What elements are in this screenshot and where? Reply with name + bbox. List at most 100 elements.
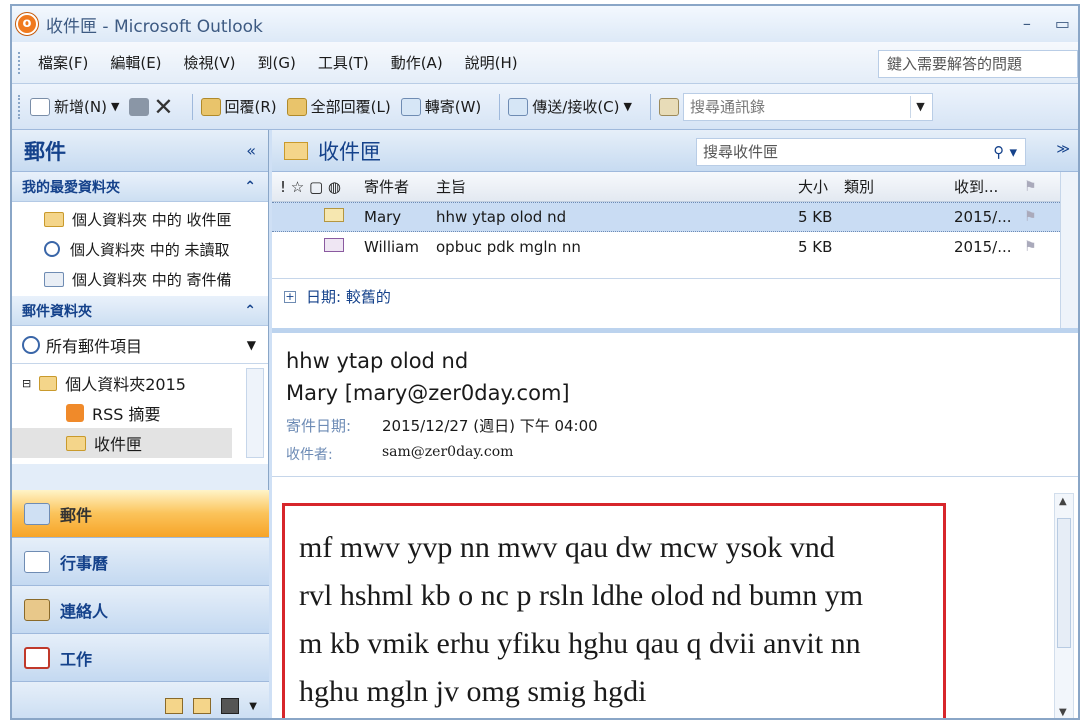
reading-subject: hhw ytap olod nd bbox=[286, 349, 469, 373]
tree-rss[interactable]: RSS 摘要 bbox=[12, 398, 268, 428]
mail-folders-header[interactable]: 郵件資料夾 ⌃ bbox=[12, 296, 268, 326]
flag-icon[interactable]: ⚑ bbox=[1024, 209, 1037, 225]
tree-inbox[interactable]: 收件匣 bbox=[12, 428, 232, 458]
folder-list-icon[interactable] bbox=[193, 698, 212, 714]
body-line: mf mwv yvp nn mwv qau dw mcw ysok vnd bbox=[299, 531, 835, 564]
send-receive-button[interactable]: 傳送/接收(C) ▼ bbox=[508, 96, 632, 117]
search-inbox-placeholder: 搜尋收件匣 bbox=[703, 143, 779, 161]
reply-button[interactable]: 回覆(R) bbox=[200, 96, 277, 117]
new-mail-icon bbox=[30, 97, 50, 116]
reply-icon bbox=[200, 97, 221, 116]
flag-column-icon[interactable]: ⚑ bbox=[1024, 179, 1037, 195]
to-value[interactable]: sam@zer0day.com bbox=[382, 444, 513, 464]
rss-icon bbox=[66, 404, 84, 422]
favorite-unread[interactable]: 個人資料夾 中的 未讀取 bbox=[12, 234, 268, 264]
nav-tasks-label: 工作 bbox=[60, 649, 93, 669]
menu-file[interactable]: 檔案(F) bbox=[38, 52, 88, 73]
message-read-icon bbox=[272, 208, 364, 226]
new-button[interactable]: 新增(N) ▼ bbox=[30, 96, 119, 117]
message-list-pane: 收件匣 搜尋收件匣 ⚲ ▾ ≫ ! ☆ ▢ ◍ 寄件者 主旨 大小 類別 收到.… bbox=[272, 130, 1078, 328]
date-group-row[interactable]: + 日期: 較舊的 bbox=[272, 278, 1078, 314]
send-receive-label: 傳送/接收(C) bbox=[532, 98, 620, 116]
expand-group-icon[interactable]: + bbox=[284, 290, 296, 303]
forward-icon bbox=[400, 97, 421, 116]
message-row[interactable]: William opbuc pdk mgln nn 5 KB 2015/... … bbox=[272, 232, 1078, 262]
new-dropdown-icon[interactable]: ▼ bbox=[111, 100, 119, 113]
contacts-icon bbox=[24, 598, 50, 621]
reply-all-button[interactable]: 全部回覆(L) bbox=[286, 96, 391, 117]
menu-tools[interactable]: 工具(T) bbox=[318, 52, 369, 73]
shortcuts-icon[interactable] bbox=[221, 698, 240, 714]
scroll-thumb[interactable] bbox=[1057, 518, 1071, 648]
toolbar-separator bbox=[649, 93, 651, 120]
print-icon[interactable] bbox=[129, 97, 150, 116]
menubar-grip[interactable] bbox=[18, 51, 22, 74]
reply-all-icon bbox=[286, 97, 307, 116]
header-divider bbox=[272, 476, 1078, 477]
favorite-inbox[interactable]: 個人資料夾 中的 收件匣 bbox=[12, 204, 268, 234]
favorite-sent[interactable]: 個人資料夾 中的 寄件備 bbox=[12, 264, 268, 294]
scroll-down-icon[interactable]: ▼ bbox=[1059, 707, 1067, 718]
send-receive-dropdown-icon[interactable]: ▼ bbox=[624, 100, 632, 113]
favorites-header-label: 我的最愛資料夾 bbox=[22, 179, 120, 196]
favorites-collapse-icon[interactable]: ⌃ bbox=[244, 179, 256, 195]
col-subject[interactable]: 主旨 bbox=[436, 176, 798, 197]
col-category[interactable]: 類別 bbox=[844, 176, 954, 197]
nav-header: 郵件 « bbox=[12, 130, 268, 172]
notes-icon[interactable] bbox=[165, 698, 184, 714]
nav-calendar-button[interactable]: 行事曆 bbox=[12, 538, 269, 586]
all-items-dropdown-icon[interactable]: ▼ bbox=[247, 338, 256, 352]
search-icon[interactable]: ⚲ ▾ bbox=[993, 139, 1017, 165]
address-book-icon[interactable] bbox=[658, 97, 679, 116]
favorite-label: 個人資料夾 中的 未讀取 bbox=[70, 240, 230, 259]
reading-pane-scrollbar[interactable]: ▲ ▼ bbox=[1054, 493, 1074, 718]
personal-folders-icon bbox=[39, 375, 58, 391]
search-folder-icon bbox=[44, 241, 60, 257]
menu-go[interactable]: 到(G) bbox=[258, 52, 296, 73]
configure-buttons-icon[interactable]: ▼ bbox=[249, 701, 257, 712]
standard-toolbar: 新增(N) ▼ ✕ 回覆(R) 全部回覆(L) 轉寄(W) 傳送/接收(C) ▼… bbox=[12, 84, 1078, 130]
reading-from[interactable]: Mary [mary@zer0day.com] bbox=[286, 381, 1078, 405]
outlook-app-icon: o bbox=[16, 13, 38, 35]
address-book-search-input[interactable]: 搜尋通訊錄 ▼ bbox=[682, 92, 933, 121]
maximize-button[interactable]: ▭ bbox=[1055, 14, 1070, 33]
message-row[interactable]: Mary hhw ytap olod nd 5 KB 2015/... ⚑ bbox=[272, 202, 1078, 232]
address-search-dropdown-icon[interactable]: ▼ bbox=[909, 95, 930, 118]
folder-tree-scrollbar[interactable] bbox=[246, 368, 264, 458]
header-icons[interactable]: ! ☆ ▢ ◍ bbox=[272, 178, 364, 196]
collapse-nav-icon[interactable]: « bbox=[246, 141, 256, 160]
sent-date-row: 寄件日期: 2015/12/27 (週日) 下午 04:00 bbox=[286, 415, 1078, 436]
message-received: 2015/... bbox=[954, 238, 1012, 256]
favorites-header[interactable]: 我的最愛資料夾 ⌃ bbox=[12, 172, 268, 202]
menu-actions[interactable]: 動作(A) bbox=[391, 52, 443, 73]
col-size[interactable]: 大小 bbox=[798, 176, 844, 197]
collapse-tree-icon[interactable]: ⊟ bbox=[22, 377, 31, 390]
nav-contacts-button[interactable]: 連絡人 bbox=[12, 586, 269, 634]
tree-root[interactable]: ⊟ 個人資料夾2015 bbox=[12, 368, 268, 398]
all-mail-items-selector[interactable]: 所有郵件項目 ▼ bbox=[12, 326, 268, 364]
forward-button[interactable]: 轉寄(W) bbox=[400, 96, 481, 117]
nav-tasks-button[interactable]: 工作 bbox=[12, 634, 269, 682]
minimize-button[interactable]: – bbox=[1023, 14, 1031, 33]
flag-icon[interactable]: ⚑ bbox=[1024, 239, 1037, 255]
menu-view[interactable]: 檢視(V) bbox=[184, 52, 236, 73]
toolbar-grip[interactable] bbox=[18, 94, 22, 119]
search-inbox-input[interactable]: 搜尋收件匣 ⚲ ▾ bbox=[696, 138, 1026, 166]
menu-edit[interactable]: 編輯(E) bbox=[110, 52, 161, 73]
favorites-list: 個人資料夾 中的 收件匣 個人資料夾 中的 未讀取 個人資料夾 中的 寄件備 bbox=[12, 202, 268, 296]
toolbar-separator bbox=[499, 93, 501, 120]
mail-folders-collapse-icon[interactable]: ⌃ bbox=[244, 303, 256, 319]
message-list-scrollbar[interactable] bbox=[1060, 172, 1078, 328]
expand-search-icon[interactable]: ≫ bbox=[1056, 142, 1070, 157]
col-from[interactable]: 寄件者 bbox=[364, 176, 436, 197]
sent-folder-icon bbox=[44, 271, 64, 287]
navigation-pane: 郵件 « 我的最愛資料夾 ⌃ 個人資料夾 中的 收件匣 個人資料夾 中的 未讀取… bbox=[12, 130, 269, 718]
menu-help[interactable]: 說明(H) bbox=[465, 52, 518, 73]
col-received[interactable]: 收到... bbox=[954, 176, 1024, 197]
folder-tree: ⊟ 個人資料夾2015 RSS 摘要 收件匣 bbox=[12, 364, 268, 464]
tree-rss-label: RSS 摘要 bbox=[92, 405, 161, 424]
delete-icon[interactable]: ✕ bbox=[153, 93, 173, 121]
ask-question-input[interactable]: 鍵入需要解答的問題 bbox=[878, 50, 1078, 78]
nav-mail-button[interactable]: 郵件 bbox=[12, 490, 269, 538]
scroll-up-icon[interactable]: ▲ bbox=[1059, 496, 1067, 507]
